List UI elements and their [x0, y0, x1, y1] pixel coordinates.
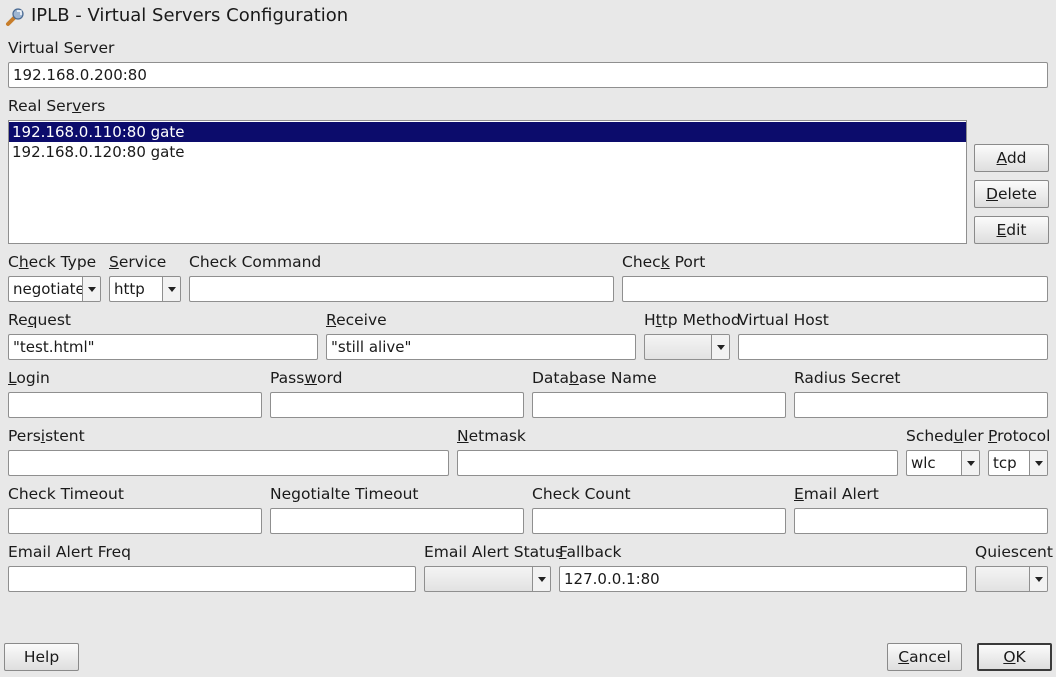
protocol-label: Protocol	[988, 427, 1051, 445]
check-timeout-input[interactable]	[8, 508, 262, 534]
chevron-down-icon	[1029, 567, 1047, 591]
receive-label: Receive	[326, 311, 387, 329]
check-command-label: Check Command	[189, 253, 322, 271]
http-method-select[interactable]	[644, 334, 730, 360]
email-alert-label: Email Alert	[794, 485, 879, 503]
fallback-label: Fallback	[559, 543, 622, 561]
check-type-select[interactable]: negotiate	[8, 276, 101, 302]
quiescent-select[interactable]	[975, 566, 1048, 592]
database-name-input[interactable]	[532, 392, 786, 418]
protocol-select[interactable]: tcp	[988, 450, 1048, 476]
check-command-input[interactable]	[189, 276, 614, 302]
request-input[interactable]: "test.html"	[8, 334, 318, 360]
edit-button[interactable]: Edit	[974, 216, 1049, 244]
radius-secret-input[interactable]	[794, 392, 1048, 418]
virtual-host-input[interactable]	[738, 334, 1048, 360]
virtual-server-label: Virtual Server	[8, 39, 115, 57]
login-input[interactable]	[8, 392, 262, 418]
check-port-label: Check Port	[622, 253, 706, 271]
scheduler-select[interactable]: wlc	[906, 450, 980, 476]
fallback-input[interactable]: 127.0.0.1:80	[559, 566, 967, 592]
negotiate-timeout-label: Negotialte Timeout	[270, 485, 419, 503]
virtual-host-label: Virtual Host	[738, 311, 829, 329]
chevron-down-icon	[961, 451, 979, 475]
help-button[interactable]: Help	[4, 643, 79, 671]
persistent-label: Persistent	[8, 427, 85, 445]
negotiate-timeout-input[interactable]	[270, 508, 524, 534]
service-select[interactable]: http	[109, 276, 181, 302]
add-button[interactable]: Add	[974, 144, 1049, 172]
chevron-down-icon	[711, 335, 729, 359]
check-type-label: Check Type	[8, 253, 97, 271]
ok-button[interactable]: OK	[977, 643, 1052, 671]
delete-button[interactable]: Delete	[974, 180, 1049, 208]
virtual-server-input[interactable]: 192.168.0.200:80	[8, 62, 1048, 88]
email-alert-input[interactable]	[794, 508, 1048, 534]
netmask-label: Netmask	[457, 427, 526, 445]
wrench-icon	[4, 6, 26, 28]
chevron-down-icon	[82, 277, 100, 301]
check-timeout-label: Check Timeout	[8, 485, 124, 503]
window-title: IPLB - Virtual Servers Configuration	[31, 5, 349, 26]
request-label: Request	[8, 311, 71, 329]
radius-secret-label: Radius Secret	[794, 369, 901, 387]
password-label: Password	[270, 369, 343, 387]
check-count-label: Check Count	[532, 485, 631, 503]
check-count-input[interactable]	[532, 508, 786, 534]
list-item[interactable]: 192.168.0.120:80 gate	[9, 142, 966, 162]
chevron-down-icon	[1029, 451, 1047, 475]
title-bar: IPLB - Virtual Servers Configuration	[0, 0, 1056, 34]
quiescent-label: Quiescent	[975, 543, 1053, 561]
service-label: Service	[109, 253, 167, 271]
password-input[interactable]	[270, 392, 524, 418]
email-alert-freq-label: Email Alert Freq	[8, 543, 131, 561]
netmask-input[interactable]	[457, 450, 898, 476]
list-item[interactable]: 192.168.0.110:80 gate	[9, 122, 966, 142]
receive-input[interactable]: "still alive"	[326, 334, 636, 360]
email-alert-status-select[interactable]	[424, 566, 551, 592]
real-servers-list[interactable]: 192.168.0.110:80 gate 192.168.0.120:80 g…	[8, 120, 967, 244]
check-port-input[interactable]	[622, 276, 1048, 302]
login-label: Login	[8, 369, 50, 387]
scheduler-label: Scheduler	[906, 427, 984, 445]
http-method-label: Http Method	[644, 311, 741, 329]
database-name-label: Database Name	[532, 369, 657, 387]
real-servers-label: Real Servers	[8, 97, 106, 115]
cancel-button[interactable]: Cancel	[887, 643, 962, 671]
email-alert-freq-input[interactable]	[8, 566, 416, 592]
chevron-down-icon	[162, 277, 180, 301]
email-alert-status-label: Email Alert Status	[424, 543, 564, 561]
chevron-down-icon	[532, 567, 550, 591]
persistent-input[interactable]	[8, 450, 449, 476]
